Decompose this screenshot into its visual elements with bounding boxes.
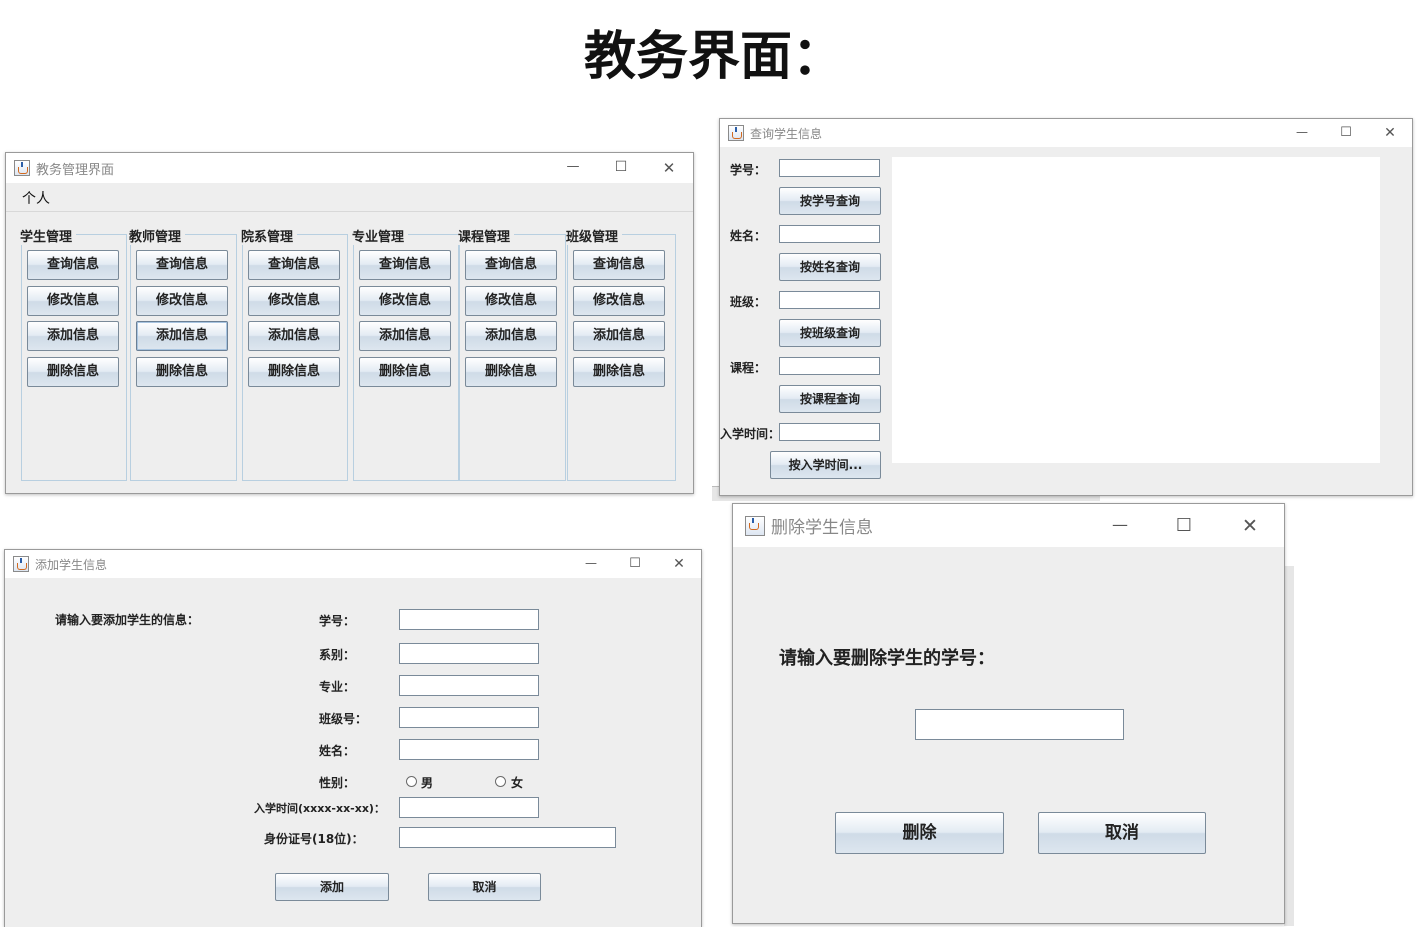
query-info-button[interactable]: 查询信息: [359, 250, 451, 280]
cancel-button[interactable]: 取消: [428, 873, 541, 901]
modify-info-button[interactable]: 修改信息: [465, 286, 557, 316]
query-info-button[interactable]: 查询信息: [465, 250, 557, 280]
add-field-label: 姓名：: [319, 744, 356, 758]
add-info-button[interactable]: 添加信息: [27, 321, 119, 351]
radio-female-label[interactable]: 女: [511, 774, 523, 791]
group-title: 院系管理: [241, 226, 298, 245]
radio-male-label[interactable]: 男: [421, 774, 433, 791]
query-field-input[interactable]: [779, 225, 880, 243]
query-info-button[interactable]: 查询信息: [573, 250, 665, 280]
query-info-button[interactable]: 查询信息: [27, 250, 119, 280]
query-info-button[interactable]: 查询信息: [248, 250, 340, 280]
add-window: 添加学生信息 — ☐ ✕ 请输入要添加学生的信息： 学号： 系别： 专业： 班级号：姓…: [4, 549, 702, 927]
add-field-input[interactable]: [399, 739, 539, 760]
add-field-label: 学号：: [319, 614, 356, 628]
add-field-label: 系别：: [319, 648, 356, 662]
modify-info-button[interactable]: 修改信息: [573, 286, 665, 316]
close-icon[interactable]: ✕: [1216, 515, 1284, 537]
background-window-fragment: [1284, 566, 1294, 926]
add-info-button[interactable]: 添加信息: [465, 321, 557, 351]
modify-info-button[interactable]: 修改信息: [248, 286, 340, 316]
maximize-icon[interactable]: ☐: [1152, 515, 1216, 537]
management-groups: 学生管理 查询信息 修改信息 添加信息 删除信息 教师管理 查询信息 修改信息 添加信息 删除信息…: [6, 153, 693, 493]
add-field-input[interactable]: [399, 609, 539, 630]
query-by-field-button[interactable]: 按姓名查询: [779, 253, 881, 281]
add-field-input[interactable]: [399, 707, 539, 728]
query-field-input[interactable]: [779, 291, 880, 309]
delete-info-button[interactable]: 删除信息: [27, 357, 119, 387]
delete-info-button[interactable]: 删除信息: [136, 357, 228, 387]
delete-button[interactable]: 删除: [835, 812, 1004, 854]
delete-window-title: 删除学生信息: [771, 518, 873, 537]
page-title: 教务界面：: [583, 26, 844, 87]
query-field-label: 入学时间：: [720, 427, 781, 441]
enroll-time-label: 入学时间(xxxx-xx-xx)：: [254, 802, 385, 815]
delete-info-button[interactable]: 删除信息: [573, 357, 665, 387]
query-field-label: 课程：: [730, 361, 767, 375]
delete-info-button[interactable]: 删除信息: [359, 357, 451, 387]
add-field-label: 班级号：: [319, 712, 368, 726]
add-form: 学号： 系别： 专业： 班级号： 姓名：: [5, 550, 701, 927]
idcard-label: 身份证号(18位)：: [264, 832, 364, 846]
delete-student-id-field[interactable]: [915, 709, 1124, 740]
group-title: 教师管理: [129, 226, 186, 245]
add-info-button[interactable]: 添加信息: [248, 321, 340, 351]
gender-label: 性别：: [319, 776, 356, 790]
radio-female[interactable]: [495, 776, 506, 787]
query-window: 查询学生信息 — ☐ ✕ 学号： 按学号查询 姓名： 按姓名查询 班级： 按班级查询 课程：…: [719, 118, 1413, 496]
add-button[interactable]: 添加: [275, 873, 389, 901]
delete-window: 删除学生信息 — ☐ ✕ 请输入要删除学生的学号： 删除 取消: [732, 503, 1285, 924]
minimize-icon[interactable]: —: [1088, 515, 1152, 537]
query-by-field-button[interactable]: 按学号查询: [779, 187, 881, 215]
query-by-field-button[interactable]: 按课程查询: [779, 385, 881, 413]
query-by-field-button[interactable]: 按班级查询: [779, 319, 881, 347]
delete-info-button[interactable]: 删除信息: [465, 357, 557, 387]
add-field-label: 专业：: [319, 680, 356, 694]
query-results-area[interactable]: [892, 157, 1380, 463]
cancel-delete-button[interactable]: 取消: [1038, 812, 1206, 854]
query-field-label: 班级：: [730, 295, 767, 309]
add-info-button[interactable]: 添加信息: [573, 321, 665, 351]
main-window: 教务管理界面 — ☐ ✕ 个人 学生管理 查询信息 修改信息 添加信息 删除信息 教师管理…: [5, 152, 694, 494]
add-info-button[interactable]: 添加信息: [359, 321, 451, 351]
delete-window-titlebar[interactable]: 删除学生信息 — ☐ ✕: [733, 504, 1284, 547]
add-field-input[interactable]: [399, 675, 539, 696]
query-info-button[interactable]: 查询信息: [136, 250, 228, 280]
query-field-input[interactable]: [779, 159, 880, 177]
query-by-field-button[interactable]: 按入学时间...: [770, 451, 881, 479]
add-info-button[interactable]: 添加信息: [136, 321, 228, 351]
add-field-input[interactable]: [399, 643, 539, 664]
java-app-icon: [745, 515, 765, 536]
query-field-input[interactable]: [779, 357, 880, 375]
idcard-field[interactable]: [399, 827, 616, 848]
group-title: 班级管理: [566, 226, 623, 245]
enroll-time-field[interactable]: [399, 797, 539, 818]
group-title: 学生管理: [20, 226, 77, 245]
delete-prompt: 请输入要删除学生的学号：: [779, 648, 995, 669]
modify-info-button[interactable]: 修改信息: [359, 286, 451, 316]
group-title: 专业管理: [352, 226, 409, 245]
radio-male[interactable]: [406, 776, 417, 787]
delete-info-button[interactable]: 删除信息: [248, 357, 340, 387]
query-field-input[interactable]: [779, 423, 880, 441]
query-field-label: 学号：: [730, 163, 767, 177]
modify-info-button[interactable]: 修改信息: [27, 286, 119, 316]
query-field-label: 姓名：: [730, 229, 767, 243]
modify-info-button[interactable]: 修改信息: [136, 286, 228, 316]
group-title: 课程管理: [458, 226, 515, 245]
